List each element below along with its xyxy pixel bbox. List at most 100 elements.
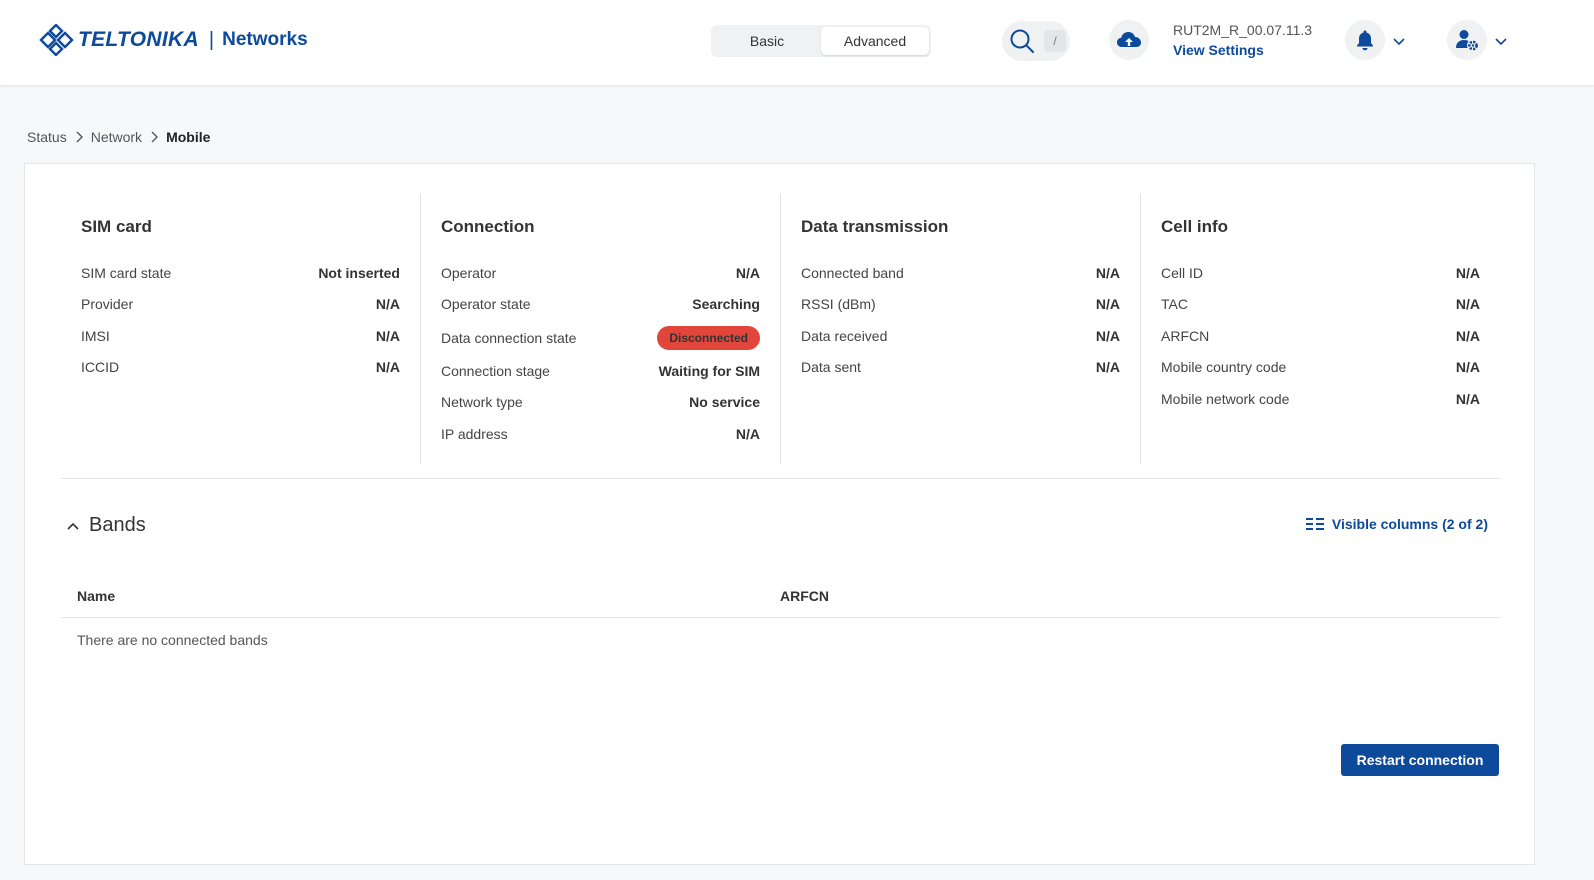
info-row: Provider N/A [81,289,400,321]
top-header: TELTONIKA | Networks Basic Advanced / RU… [0,0,1594,86]
info-grid: SIM card SIM card state Not inserted Prov… [61,194,1500,464]
breadcrumb-network[interactable]: Network [91,129,142,145]
mode-toggle: Basic Advanced [711,25,931,57]
restart-connection-button[interactable]: Restart connection [1341,744,1499,776]
row-label: Network type [441,394,523,411]
row-value: No service [689,394,760,411]
row-label: ARFCN [1161,327,1210,344]
teltonika-logo[interactable]: TELTONIKA | Networks [38,24,308,56]
row-value: N/A [1095,359,1120,376]
info-row: RSSI (dBm) N/A [801,289,1120,321]
info-row: IP address N/A [441,418,760,450]
mode-advanced-button[interactable]: Advanced [821,27,929,55]
row-label: Mobile country code [1161,359,1287,376]
info-row: Connection stage Waiting for SIM [441,355,760,387]
search-shortcut-key: / [1044,30,1066,52]
row-value: N/A [1455,264,1480,281]
row-value: N/A [375,327,400,344]
bands-collapse-toggle[interactable]: Bands [65,514,146,537]
info-row: Operator state Searching [441,289,760,321]
cloud-upload-button[interactable] [1109,20,1149,60]
row-label: Data sent [801,359,861,376]
search-button[interactable]: / [1002,21,1070,61]
chevron-up-icon [67,522,79,530]
row-value: N/A [735,264,760,281]
row-value: N/A [1095,264,1120,281]
status-badge: Disconnected [657,325,760,350]
visible-columns-button[interactable]: Visible columns (2 of 2) [1305,516,1488,532]
section-divider [61,478,1500,479]
cloud-upload-icon [1117,32,1141,47]
brand-subtitle: Networks [222,29,308,50]
visible-columns-label: Visible columns (2 of 2) [1331,516,1488,532]
row-value: N/A [1455,296,1480,313]
section-title: SIM card [81,217,152,236]
info-row: Data received N/A [801,320,1120,352]
table-header: Name ARFCN [61,574,1500,618]
info-row: Mobile network code N/A [1161,383,1480,415]
empty-table-message: There are no connected bands [77,632,268,648]
breadcrumb-mobile: Mobile [166,129,211,145]
mobile-status-card: SIM card SIM card state Not inserted Prov… [24,163,1535,865]
info-row: Cell ID N/A [1161,257,1480,289]
info-row: IMSI N/A [81,320,400,352]
columns-list-icon [1305,518,1324,530]
row-value: N/A [1095,327,1120,344]
teltonika-logo-icon [39,24,74,56]
row-label: RSSI (dBm) [801,296,876,313]
notifications-chevron-down-icon[interactable] [1392,34,1406,48]
user-menu-chevron-down-icon[interactable] [1494,34,1508,48]
row-label: Data connection state [441,329,577,346]
info-row: Operator N/A [441,257,760,289]
user-menu-button[interactable] [1447,20,1487,60]
row-value: N/A [375,296,400,313]
row-value: Searching [692,296,760,313]
chevron-right-icon [76,131,83,143]
bands-table: Name ARFCN There are no connected bands [61,574,1500,648]
row-label: Mobile network code [1161,390,1290,407]
row-label: Connection stage [441,362,550,379]
row-value: N/A [1455,390,1480,407]
row-label: Data received [801,327,888,344]
notifications-button[interactable] [1345,20,1385,60]
cell-info-section: Cell info Cell ID N/A TAC N/A ARFCN N/A Mob… [1140,194,1500,464]
data-transmission-section: Data transmission Connected band N/A RSSI… [780,194,1140,464]
search-icon [1010,29,1034,53]
breadcrumb: Status Network Mobile [27,129,210,145]
row-value: N/A [1095,296,1120,313]
row-value: N/A [1455,327,1480,344]
info-row: Network type No service [441,387,760,419]
connection-section: Connection Operator N/A Operator state Sea… [420,194,780,464]
brand-separator: | [208,28,215,51]
info-row: TAC N/A [1161,289,1480,321]
info-row: ICCID N/A [81,352,400,384]
row-label: ICCID [81,359,120,376]
section-title: Connection [441,217,535,236]
mode-basic-button[interactable]: Basic [713,27,821,55]
info-row: ARFCN N/A [1161,320,1480,352]
user-settings-icon [1456,30,1478,51]
bands-title: Bands [89,514,146,536]
row-value: N/A [1455,359,1480,376]
info-row: Data connection state Disconnected [441,320,760,355]
view-settings-link[interactable]: View Settings [1173,42,1264,58]
row-value: N/A [735,425,760,442]
info-row: SIM card state Not inserted [81,257,400,289]
info-row: Mobile country code N/A [1161,352,1480,384]
row-label: Provider [81,296,134,313]
row-value: Not inserted [318,264,400,281]
info-row: Connected band N/A [801,257,1120,289]
section-title: Data transmission [801,217,949,236]
brand-name: TELTONIKA [78,28,199,51]
row-label: IP address [441,425,508,442]
column-header-name[interactable]: Name [61,588,780,604]
column-header-arfcn[interactable]: ARFCN [780,588,829,604]
chevron-right-icon [151,131,159,143]
row-label: Operator state [441,296,531,313]
row-label: Connected band [801,264,904,281]
row-label: Operator [441,264,497,281]
bell-icon [1357,30,1373,51]
sim-card-section: SIM card SIM card state Not inserted Prov… [61,194,420,464]
row-value: Waiting for SIM [658,362,760,379]
breadcrumb-status[interactable]: Status [27,129,67,145]
